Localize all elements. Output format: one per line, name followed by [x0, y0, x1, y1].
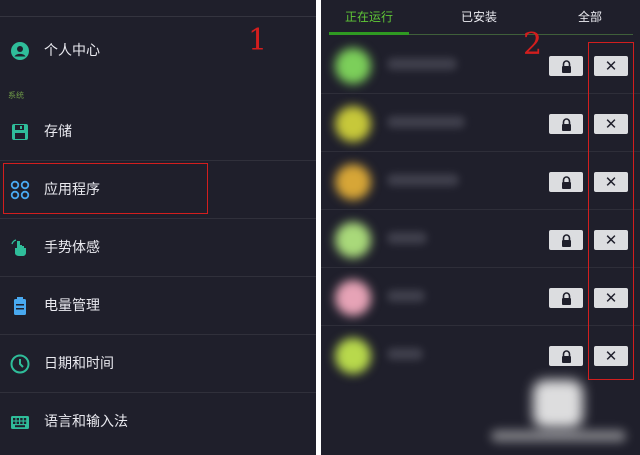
- lock-icon: [561, 59, 572, 73]
- settings-item-label: 个人中心: [44, 43, 100, 59]
- tab-installed[interactable]: 已安装: [461, 8, 497, 25]
- annotation-number: 1: [248, 23, 268, 58]
- lock-button[interactable]: [549, 230, 583, 250]
- app-icon: [335, 280, 371, 316]
- settings-item-label: 手势体感: [44, 240, 100, 256]
- app-icon: [335, 164, 371, 200]
- lock-icon: [561, 175, 572, 189]
- watermark-logo-blurred: [533, 380, 583, 428]
- battery-icon: [10, 296, 30, 316]
- divider: [0, 16, 316, 17]
- divider: [0, 218, 316, 219]
- clock-icon: [10, 354, 30, 374]
- tab-bar: 正在运行 已安装 全部: [321, 0, 640, 36]
- settings-item-language-input[interactable]: 语言和输入法: [0, 394, 316, 451]
- running-apps-panel: 正在运行 已安装 全部 ✕ ✕ ✕ ✕ ✕ ✕ 2: [321, 0, 640, 455]
- settings-item-battery[interactable]: 电量管理: [0, 278, 316, 335]
- lock-icon: [561, 349, 572, 363]
- lock-button[interactable]: [549, 172, 583, 192]
- settings-item-label: 语言和输入法: [44, 414, 128, 430]
- app-icon: [335, 106, 371, 142]
- divider: [0, 160, 316, 161]
- tab-running[interactable]: 正在运行: [345, 8, 393, 25]
- gesture-hand-icon: [10, 238, 30, 258]
- app-name-blurred: [387, 232, 427, 244]
- active-tab-indicator: [329, 32, 409, 35]
- app-icon: [335, 222, 371, 258]
- lock-button[interactable]: [549, 288, 583, 308]
- settings-item-label: 存储: [44, 124, 72, 140]
- settings-item-gesture[interactable]: 手势体感: [0, 220, 316, 277]
- lock-icon: [561, 117, 572, 131]
- lock-icon: [561, 233, 572, 247]
- app-name-blurred: [387, 174, 459, 186]
- divider: [0, 392, 316, 393]
- annotation-highlight-box: [588, 42, 634, 380]
- settings-item-label: 电量管理: [44, 298, 100, 314]
- person-circle-icon: [10, 41, 30, 61]
- settings-item-label: 日期和时间: [44, 356, 114, 372]
- settings-panel: 个人中心 系统 存储 应用程序 手势体感 电量管理 日期和时间 语言和输入法 1: [0, 0, 316, 455]
- annotation-number: 2: [523, 27, 543, 62]
- floppy-disk-icon: [10, 122, 30, 142]
- app-name-blurred: [387, 116, 465, 128]
- annotation-highlight-box: [3, 163, 208, 214]
- keyboard-icon: [10, 412, 30, 432]
- tab-all[interactable]: 全部: [578, 8, 602, 25]
- section-label: 系统: [8, 91, 24, 100]
- settings-item-date-time[interactable]: 日期和时间: [0, 336, 316, 393]
- lock-button[interactable]: [549, 346, 583, 366]
- app-name-blurred: [387, 58, 457, 70]
- settings-item-storage[interactable]: 存储: [0, 104, 316, 161]
- app-name-blurred: [387, 348, 423, 360]
- lock-button[interactable]: [549, 114, 583, 134]
- watermark-caption-blurred: [491, 430, 626, 442]
- lock-icon: [561, 291, 572, 305]
- app-icon: [335, 48, 371, 84]
- lock-button[interactable]: [549, 56, 583, 76]
- divider: [409, 34, 633, 35]
- divider: [0, 276, 316, 277]
- settings-item-personal-center[interactable]: 个人中心: [0, 23, 316, 80]
- app-name-blurred: [387, 290, 425, 302]
- app-icon: [335, 338, 371, 374]
- divider: [0, 334, 316, 335]
